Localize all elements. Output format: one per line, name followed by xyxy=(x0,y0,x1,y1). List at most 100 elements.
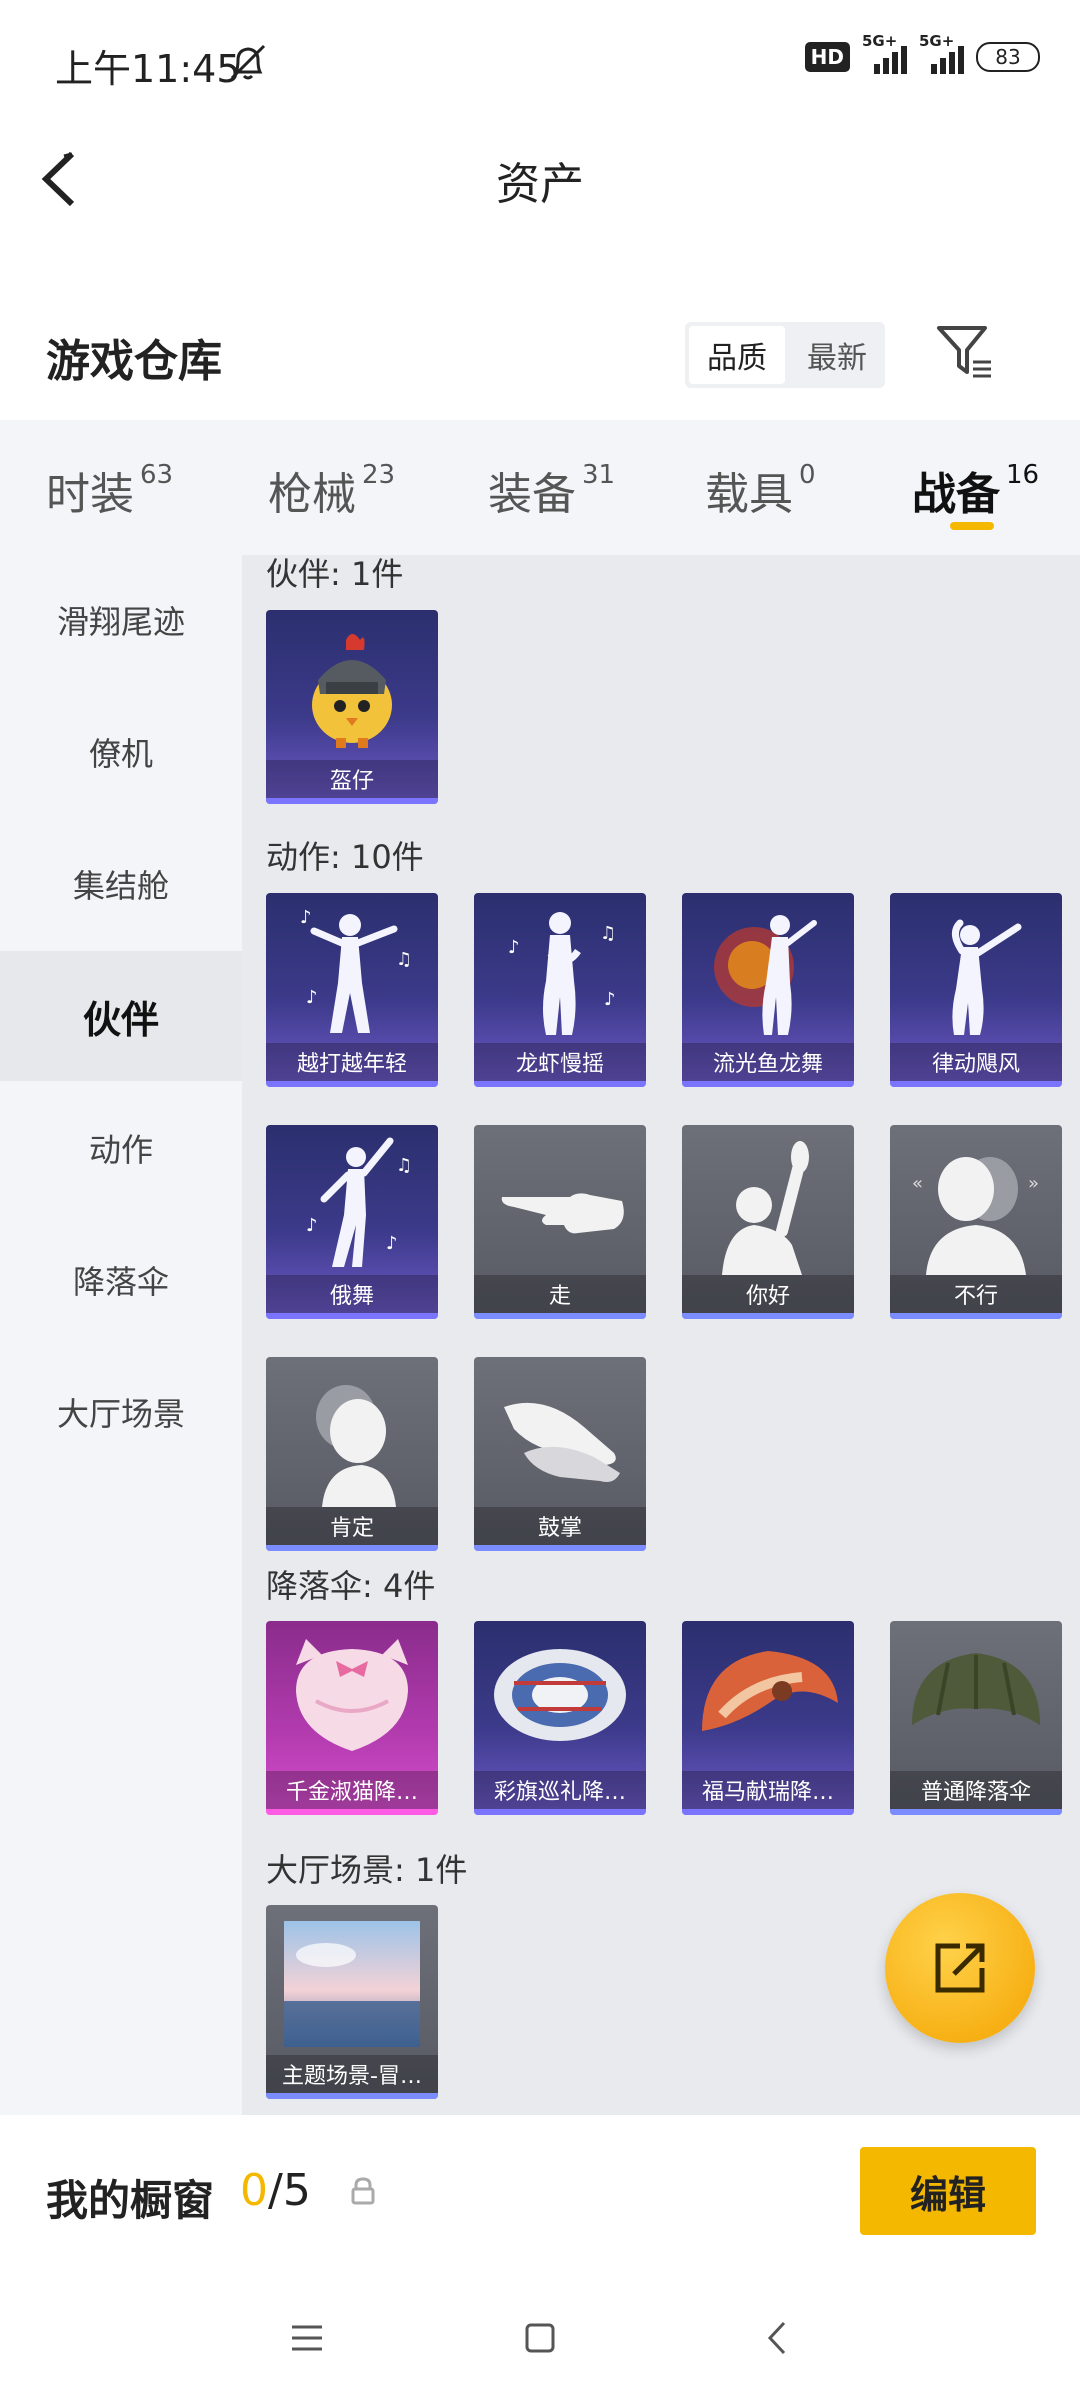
item-card[interactable]: 千金淑猫降… xyxy=(266,1621,438,1815)
svg-text:♪: ♪ xyxy=(306,987,318,1008)
cat-parachute-icon xyxy=(296,1639,408,1751)
item-label: 千金淑猫降… xyxy=(266,1771,438,1809)
item-label: 彩旗巡礼降… xyxy=(474,1771,646,1809)
app-header: 资产 xyxy=(0,120,1080,230)
signal-icon-2: 5G+ xyxy=(919,32,964,74)
showcase-count: 0/5 xyxy=(240,2165,311,2216)
section-title-action: 动作: 10件 xyxy=(266,838,424,876)
mute-bell-icon xyxy=(230,44,266,80)
horse-parachute-icon xyxy=(702,1651,838,1731)
share-external-icon xyxy=(935,1943,985,1993)
section-title-lobby-scene: 大厅场景: 1件 xyxy=(266,1851,468,1889)
item-card[interactable]: «» 不行 xyxy=(890,1125,1062,1319)
basic-parachute-icon xyxy=(912,1653,1040,1725)
showcase-title: 我的橱窗 xyxy=(46,2176,215,2225)
sidebar-item-rally-pod[interactable]: 集结舱 xyxy=(0,819,242,949)
warehouse-title: 游戏仓库 xyxy=(46,336,222,387)
status-bar: 上午11:45 HD 5G+ 5G+ 83 xyxy=(0,0,1080,120)
item-label: 普通降落伞 xyxy=(890,1771,1062,1809)
item-label: 你好 xyxy=(682,1275,854,1313)
item-card[interactable]: 肯定 xyxy=(266,1357,438,1551)
item-label: 不行 xyxy=(890,1275,1062,1313)
item-card[interactable]: 福马献瑞降… xyxy=(682,1621,854,1815)
item-card[interactable]: 主题场景-冒… xyxy=(266,1905,438,2099)
item-card[interactable]: ♪ ♫ ♪ 越打越年轻 xyxy=(266,893,438,1087)
svg-text:♪: ♪ xyxy=(508,937,520,958)
item-label: 越打越年轻 xyxy=(266,1043,438,1081)
item-card[interactable]: 流光鱼龙舞 xyxy=(682,893,854,1087)
chick-helmet-icon xyxy=(312,634,392,748)
svg-text:♪: ♪ xyxy=(386,1233,398,1254)
svg-text:♫: ♫ xyxy=(396,1155,412,1176)
item-label: 盔仔 xyxy=(266,760,438,798)
item-card[interactable]: 盔仔 xyxy=(266,610,438,804)
tab-fashion[interactable]: 时装 63 xyxy=(46,458,173,522)
sort-newest-button[interactable]: 最新 xyxy=(789,322,885,388)
system-nav-bar xyxy=(0,2275,1080,2400)
page-title: 资产 xyxy=(496,159,584,210)
item-card[interactable]: 普通降落伞 xyxy=(890,1621,1062,1815)
svg-text:♫: ♫ xyxy=(396,949,412,970)
active-tab-indicator xyxy=(950,522,994,530)
item-label: 主题场景-冒… xyxy=(266,2055,438,2093)
svg-text:♪: ♪ xyxy=(604,989,616,1010)
status-time: 上午11:45 xyxy=(55,47,241,91)
item-card[interactable]: ♪ ♫ ♪ 龙虾慢摇 xyxy=(474,893,646,1087)
battery-icon: 83 xyxy=(976,42,1040,72)
item-label: 走 xyxy=(474,1275,646,1313)
sort-quality-button[interactable]: 品质 xyxy=(689,326,785,384)
clapping-hands-icon xyxy=(504,1402,620,1482)
pointing-hand-icon xyxy=(501,1193,624,1234)
waving-person-icon xyxy=(722,1141,809,1275)
item-label: 龙虾慢摇 xyxy=(474,1043,646,1081)
item-card[interactable]: 律动飓风 xyxy=(890,893,1062,1087)
item-card[interactable]: 彩旗巡礼降… xyxy=(474,1621,646,1815)
sidebar-item-parachute[interactable]: 降落伞 xyxy=(0,1215,242,1345)
home-icon[interactable] xyxy=(515,2313,565,2363)
sort-toggle: 品质 最新 xyxy=(685,322,885,388)
item-label: 肯定 xyxy=(266,1507,438,1545)
back-nav-icon[interactable] xyxy=(752,2313,802,2363)
signal-icon: 5G+ xyxy=(862,32,907,74)
dancer-icon: ♪ ♫ ♪ xyxy=(300,907,412,1033)
svg-text:»: » xyxy=(1028,1173,1039,1194)
section-title-parachute: 降落伞: 4件 xyxy=(266,1567,436,1605)
svg-text:♪: ♪ xyxy=(300,907,312,928)
showcase-bar: 我的橱窗 0/5 编辑 xyxy=(0,2115,1080,2275)
sidebar-item-glide-trail[interactable]: 滑翔尾迹 xyxy=(0,555,242,685)
item-card[interactable]: 你好 xyxy=(682,1125,854,1319)
tab-vehicles[interactable]: 载具 0 xyxy=(705,458,816,522)
hd-badge: HD xyxy=(804,42,850,72)
dancer-icon: ♫ ♪ ♪ xyxy=(306,1137,412,1267)
flag-parachute-icon xyxy=(494,1649,626,1741)
svg-text:«: « xyxy=(912,1173,923,1194)
svg-text:♫: ♫ xyxy=(600,923,616,944)
head-nod-icon xyxy=(316,1385,396,1507)
category-tabs: 时装 63 枪械 23 装备 31 载具 0 战备 16 xyxy=(0,420,1080,555)
lock-icon xyxy=(351,2177,375,2205)
sidebar: 滑翔尾迹 僚机 集结舱 伙伴 动作 降落伞 大厅场景 xyxy=(0,555,242,2115)
dancer-icon: ♪ ♫ ♪ xyxy=(508,912,616,1035)
head-shake-icon: «» xyxy=(912,1157,1039,1275)
item-card[interactable]: 鼓掌 xyxy=(474,1357,646,1551)
menu-icon[interactable] xyxy=(282,2313,332,2363)
dancer-icon xyxy=(952,919,1022,1035)
item-label: 鼓掌 xyxy=(474,1507,646,1545)
item-card[interactable]: 走 xyxy=(474,1125,646,1319)
item-label: 俄舞 xyxy=(266,1275,438,1313)
tab-guns[interactable]: 枪械 23 xyxy=(268,458,395,522)
dancer-fire-icon xyxy=(714,915,817,1035)
filter-icon[interactable] xyxy=(935,322,993,382)
section-title-partner: 伙伴: 1件 xyxy=(266,555,404,593)
item-card[interactable]: ♫ ♪ ♪ 俄舞 xyxy=(266,1125,438,1319)
sidebar-item-lobby-scene[interactable]: 大厅场景 xyxy=(0,1347,242,1477)
sidebar-item-wingman[interactable]: 僚机 xyxy=(0,687,242,817)
tab-preparedness[interactable]: 战备 16 xyxy=(912,458,1039,522)
edit-button[interactable]: 编辑 xyxy=(860,2147,1036,2235)
sidebar-item-action[interactable]: 动作 xyxy=(0,1083,242,1213)
sidebar-item-partner[interactable]: 伙伴 xyxy=(0,951,242,1081)
svg-text:♪: ♪ xyxy=(306,1215,318,1236)
sea-scene-icon xyxy=(284,1921,420,2047)
share-button[interactable] xyxy=(885,1893,1035,2043)
tab-equipment[interactable]: 装备 31 xyxy=(488,458,615,522)
